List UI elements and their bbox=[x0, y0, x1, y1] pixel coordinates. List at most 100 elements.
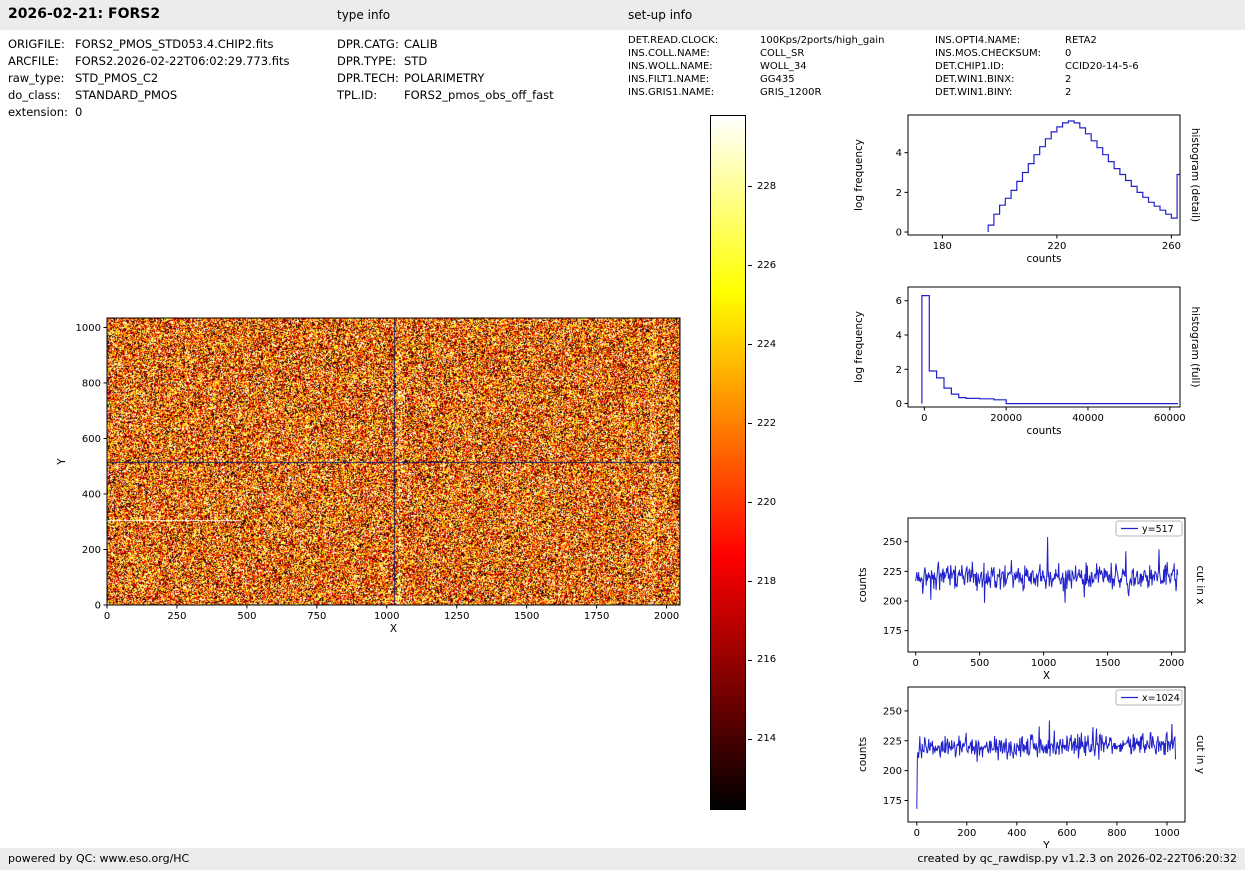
meta-row: raw_type: STD_PMOS_C2 bbox=[8, 70, 289, 87]
svg-text:2000: 2000 bbox=[1159, 658, 1184, 669]
svg-text:750: 750 bbox=[307, 611, 326, 622]
svg-text:20000: 20000 bbox=[990, 413, 1022, 424]
svg-text:0: 0 bbox=[914, 828, 920, 839]
svg-text:counts: counts bbox=[857, 737, 869, 772]
meta-row: do_class: STANDARD_PMOS bbox=[8, 87, 289, 104]
colorbar-tick-label: 218 bbox=[757, 575, 777, 587]
cut-in-y-plot: 0 200 400 600 800 1000 175 200 225 250 Ycounts cut … bbox=[850, 674, 1242, 848]
svg-text:200: 200 bbox=[957, 828, 976, 839]
footer-created-by: created by qc_rawdisp.py v1.2.3 on 2026-… bbox=[917, 852, 1237, 865]
meta-value: CALIB bbox=[404, 37, 438, 51]
svg-text:1000: 1000 bbox=[374, 611, 399, 622]
svg-text:600: 600 bbox=[1057, 828, 1076, 839]
svg-text:220: 220 bbox=[1047, 241, 1066, 252]
qc-report-page: 2026-02-21: FORS2 type info set-up info … bbox=[0, 0, 1245, 870]
svg-text:cut in x: cut in x bbox=[1194, 565, 1206, 604]
setup-info-block-right: INS.OPTI4.NAME: RETA2 INS.MOS.CHECKSUM: 0 DE… bbox=[935, 34, 1139, 99]
footer-qc-link[interactable]: powered by QC: www.eso.org/HC bbox=[8, 852, 189, 865]
colorbar: 214 216 218 220 222 224 226 228 bbox=[710, 115, 810, 815]
colorbar-tick-label: 214 bbox=[757, 733, 777, 745]
colorbar-tick-label: 220 bbox=[757, 496, 777, 508]
raw-image-plot: 0 250 500 750 1000 1250 1500 1750 2000 0 200 400 600… bbox=[40, 300, 730, 662]
svg-text:250: 250 bbox=[883, 706, 902, 717]
svg-text:1250: 1250 bbox=[444, 611, 469, 622]
meta-label: DPR.TYPE: bbox=[337, 54, 397, 68]
histogram-full-plot: 0 20000 40000 60000 0 2 4 6 counts log frequency h… bbox=[850, 272, 1242, 457]
svg-text:250: 250 bbox=[167, 611, 186, 622]
svg-text:0: 0 bbox=[921, 413, 927, 424]
svg-text:800: 800 bbox=[1107, 828, 1126, 839]
svg-text:counts: counts bbox=[1026, 253, 1061, 265]
colorbar-tickmark bbox=[748, 344, 752, 345]
meta-label: DET.READ.CLOCK: bbox=[628, 35, 719, 46]
meta-value: COLL_SR bbox=[760, 48, 805, 59]
meta-row: ORIGFILE: FORS2_PMOS_STD053.4.CHIP2.fits bbox=[8, 36, 289, 53]
meta-row: DET.CHIP1.ID: CCID20-14-5-6 bbox=[935, 60, 1139, 73]
svg-text:500: 500 bbox=[237, 611, 256, 622]
svg-text:0: 0 bbox=[912, 658, 918, 669]
meta-label: INS.WOLL.NAME: bbox=[628, 61, 713, 72]
meta-label: extension: bbox=[8, 105, 68, 119]
svg-text:log frequency: log frequency bbox=[853, 139, 865, 211]
svg-text:histogram (full): histogram (full) bbox=[1189, 307, 1201, 388]
meta-row: INS.GRIS1.NAME: GRIS_1200R bbox=[628, 86, 884, 99]
svg-text:counts: counts bbox=[857, 567, 869, 602]
svg-text:800: 800 bbox=[82, 378, 101, 389]
meta-value: RETA2 bbox=[1065, 35, 1097, 46]
svg-text:600: 600 bbox=[82, 434, 101, 445]
svg-text:40000: 40000 bbox=[1072, 413, 1104, 424]
meta-value: GG435 bbox=[760, 74, 795, 85]
meta-value: 2 bbox=[1065, 74, 1072, 85]
svg-text:0: 0 bbox=[104, 611, 110, 622]
meta-row: INS.OPTI4.NAME: RETA2 bbox=[935, 34, 1139, 47]
setup-info-block-left: DET.READ.CLOCK: 100Kps/2ports/high_gain IN… bbox=[628, 34, 884, 99]
meta-row: DPR.CATG: CALIB bbox=[337, 36, 554, 53]
svg-text:1750: 1750 bbox=[584, 611, 609, 622]
meta-value: POLARIMETRY bbox=[404, 71, 485, 85]
meta-label: TPL.ID: bbox=[337, 88, 378, 102]
colorbar-tickmark bbox=[748, 738, 752, 740]
meta-value: FORS2_pmos_obs_off_fast bbox=[404, 88, 554, 102]
colorbar-tickmark bbox=[748, 581, 752, 582]
svg-text:180: 180 bbox=[933, 241, 952, 252]
svg-text:4: 4 bbox=[896, 331, 902, 342]
meta-value: STD_PMOS_C2 bbox=[75, 71, 159, 85]
cut-in-x-plot: 0 500 1000 1500 2000 175 200 225 250 Xcounts cut i… bbox=[850, 505, 1242, 683]
meta-label: ORIGFILE: bbox=[8, 37, 65, 51]
svg-text:175: 175 bbox=[883, 796, 902, 807]
meta-value: WOLL_34 bbox=[760, 61, 807, 72]
meta-row: ARCFILE: FORS2.2026-02-22T06:02:29.773.fi… bbox=[8, 53, 289, 70]
svg-text:Y: Y bbox=[1042, 840, 1050, 848]
meta-label: INS.GRIS1.NAME: bbox=[628, 87, 715, 98]
colorbar-tick-label: 222 bbox=[757, 417, 777, 429]
meta-label: DPR.CATG: bbox=[337, 37, 399, 51]
meta-value: 0 bbox=[1065, 48, 1072, 59]
histogram-detail-plot: 180 220 260 0 2 4 counts log frequency histogram… bbox=[850, 100, 1242, 285]
meta-value: FORS2.2026-02-22T06:02:29.773.fits bbox=[75, 54, 290, 68]
colorbar-gradient bbox=[710, 115, 746, 810]
svg-text:counts: counts bbox=[1026, 425, 1061, 437]
meta-row: DPR.TYPE: STD bbox=[337, 53, 554, 70]
svg-text:4: 4 bbox=[896, 148, 902, 159]
meta-label: DET.CHIP1.ID: bbox=[935, 61, 1005, 72]
svg-text:400: 400 bbox=[82, 489, 101, 500]
svg-text:200: 200 bbox=[883, 766, 902, 777]
colorbar-tickmark bbox=[748, 265, 752, 267]
colorbar-tickmark bbox=[748, 423, 752, 424]
footer-bar: powered by QC: www.eso.org/HC created by… bbox=[0, 848, 1245, 870]
svg-text:log frequency: log frequency bbox=[853, 311, 865, 383]
colorbar-tickmark bbox=[748, 186, 752, 188]
file-info-block: ORIGFILE: FORS2_PMOS_STD053.4.CHIP2.fits A… bbox=[8, 36, 289, 121]
meta-label: DET.WIN1.BINX: bbox=[935, 74, 1015, 85]
svg-text:2000: 2000 bbox=[654, 611, 679, 622]
svg-text:1500: 1500 bbox=[1095, 658, 1120, 669]
colorbar-tick-label: 228 bbox=[757, 180, 777, 192]
colorbar-tick-label: 216 bbox=[757, 654, 777, 666]
meta-label: DET.WIN1.BINY: bbox=[935, 87, 1013, 98]
type-info-heading: type info bbox=[337, 8, 391, 22]
svg-text:200: 200 bbox=[883, 597, 902, 608]
svg-text:0: 0 bbox=[896, 228, 902, 239]
meta-label: DPR.TECH: bbox=[337, 71, 399, 85]
meta-label: INS.COLL.NAME: bbox=[628, 48, 710, 59]
meta-value: STD bbox=[404, 54, 428, 68]
